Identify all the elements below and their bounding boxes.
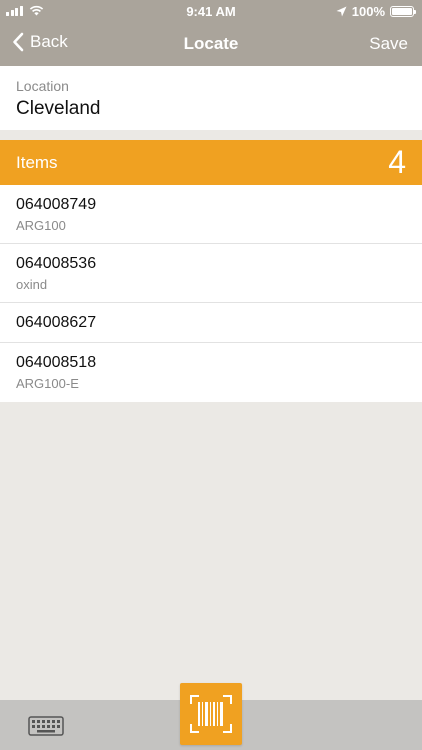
- items-count: 4: [388, 144, 406, 180]
- header: 9:41 AM 100% Back Locate Save: [0, 0, 422, 66]
- list-item[interactable]: 064008536 oxind: [0, 244, 422, 303]
- list-item[interactable]: 064008627: [0, 303, 422, 343]
- back-button[interactable]: Back: [12, 32, 68, 52]
- scan-barcode-button[interactable]: [180, 683, 242, 745]
- back-label: Back: [30, 32, 68, 51]
- items-header: Items 4: [0, 140, 422, 185]
- list-item[interactable]: 064008749 ARG100: [0, 185, 422, 244]
- item-code: 064008749: [16, 196, 97, 213]
- battery-icon: [390, 6, 416, 17]
- chevron-left-icon: [13, 32, 24, 52]
- item-code: 064008518: [16, 354, 97, 371]
- items-list: 064008749 ARG100 064008536 oxind 0640086…: [0, 185, 422, 402]
- location-arrow-icon: [336, 6, 347, 17]
- item-subtitle: ARG100-E: [16, 376, 79, 391]
- save-button[interactable]: Save: [369, 34, 408, 54]
- location-value: Cleveland: [16, 98, 101, 119]
- status-bar: 9:41 AM 100%: [0, 0, 422, 22]
- item-subtitle: oxind: [16, 277, 48, 292]
- item-code: 064008536: [16, 255, 97, 272]
- item-code: 064008627: [16, 314, 97, 331]
- barcode-scan-icon: [190, 695, 232, 733]
- item-subtitle: ARG100: [16, 218, 66, 233]
- items-label: Items: [16, 153, 58, 172]
- keyboard-button[interactable]: [28, 716, 64, 741]
- keyboard-icon: [28, 716, 64, 736]
- location-field[interactable]: Location Cleveland: [0, 66, 422, 130]
- nav-bar: Back Locate Save: [0, 22, 422, 66]
- battery-percent: 100%: [351, 4, 385, 19]
- status-right: 100%: [336, 4, 416, 19]
- list-item[interactable]: 064008518 ARG100-E: [0, 343, 422, 402]
- location-label: Location: [16, 78, 69, 94]
